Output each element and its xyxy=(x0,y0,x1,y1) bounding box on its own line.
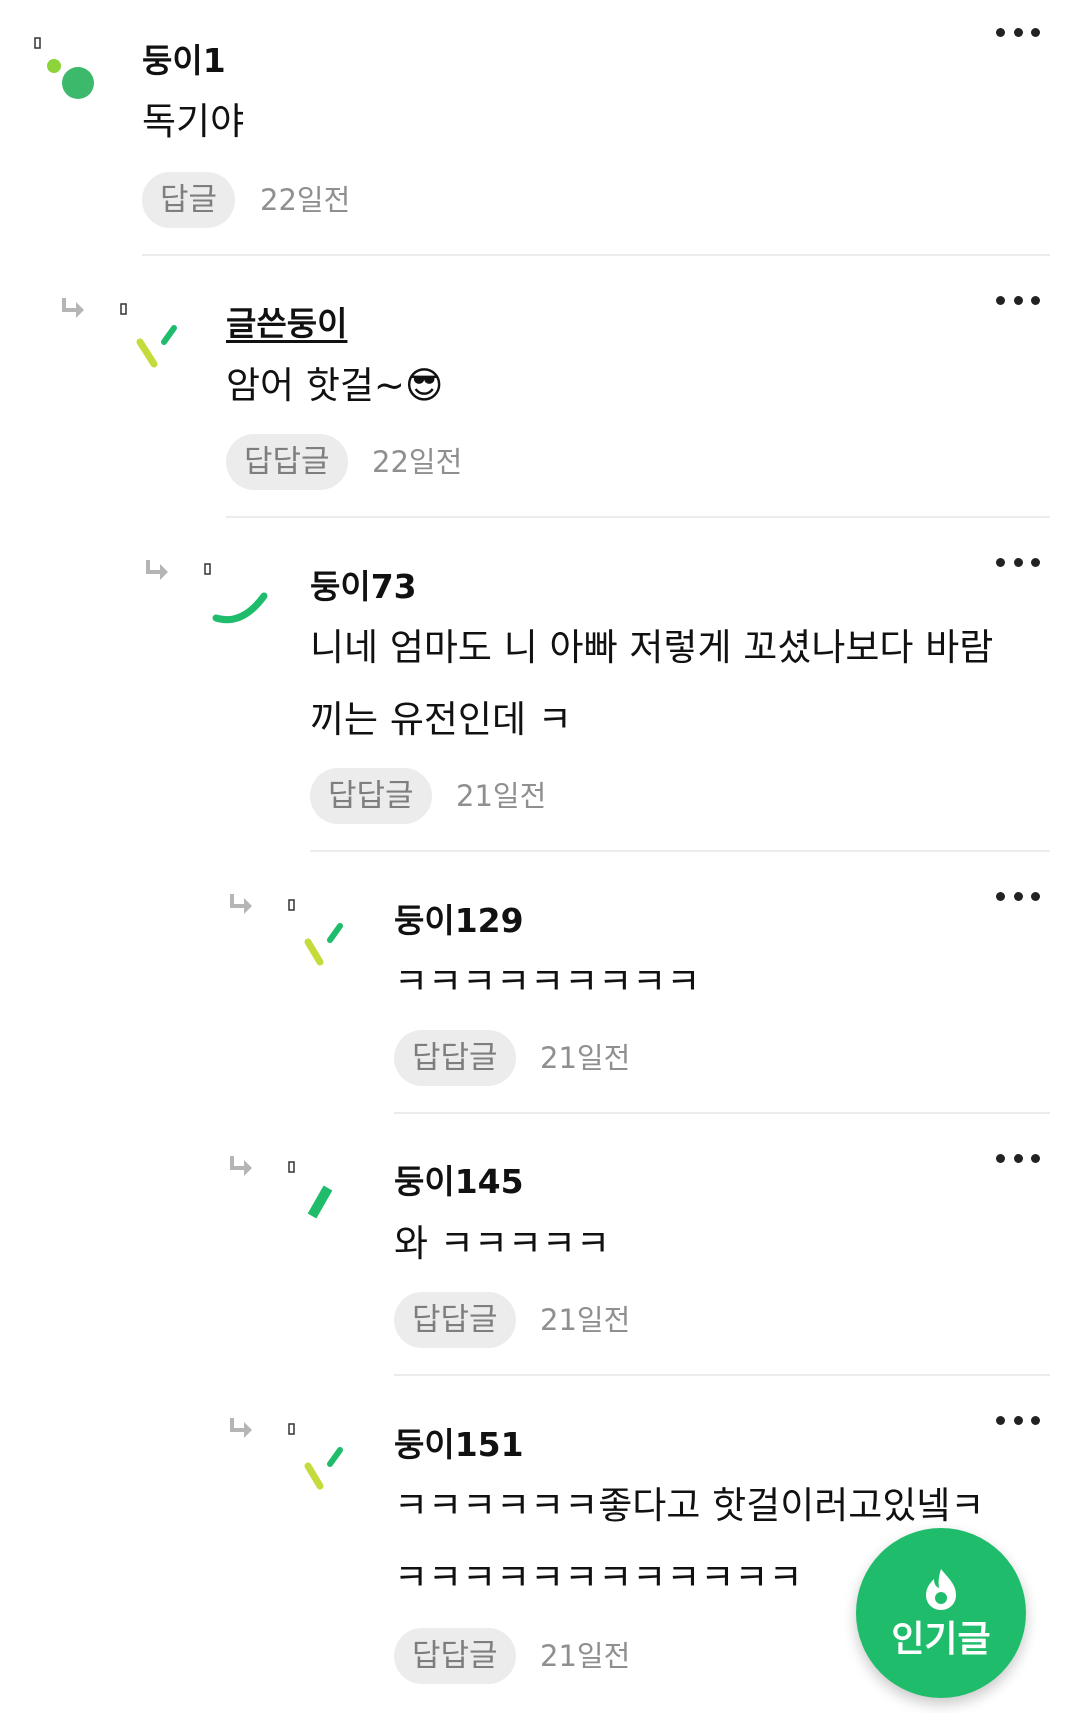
comment-text-line-2: 끼는 유전인데 ㅋ xyxy=(310,698,572,741)
comment-text: 독기야 xyxy=(142,100,245,143)
comment-time: 21일전 xyxy=(540,1303,631,1337)
avatar-dots-icon xyxy=(288,1423,343,1490)
avatar-dots-icon xyxy=(34,37,94,99)
comment-author[interactable]: 둥이1 xyxy=(142,34,226,82)
reply-button[interactable]: 답답글 xyxy=(226,434,348,490)
reply-button[interactable]: 답글 xyxy=(142,172,236,228)
reply-button[interactable]: 답답글 xyxy=(394,1292,516,1348)
avatar-dots-icon xyxy=(120,303,177,368)
popular-posts-button[interactable]: 인기글 xyxy=(856,1528,1026,1698)
avatar[interactable] xyxy=(118,294,198,374)
more-options-icon[interactable] xyxy=(996,22,1040,42)
comment-author[interactable]: 글쓴둥이 xyxy=(226,297,347,345)
avatar[interactable] xyxy=(32,32,112,112)
more-options-icon[interactable] xyxy=(996,886,1040,906)
divider xyxy=(394,1112,1050,1114)
flame-icon xyxy=(926,1569,956,1610)
reply-arrow-icon xyxy=(230,1156,252,1176)
avatar[interactable] xyxy=(286,890,366,970)
comment-time: 22일전 xyxy=(372,445,463,479)
reply-arrow-icon xyxy=(146,560,168,580)
avatar[interactable] xyxy=(286,1152,366,1232)
reply-button[interactable]: 답답글 xyxy=(394,1030,516,1086)
reply-arrow-icon xyxy=(62,298,84,318)
divider xyxy=(142,254,1050,256)
reply-arrow-icon xyxy=(230,894,252,914)
comment-time: 21일전 xyxy=(456,779,547,813)
avatar[interactable] xyxy=(286,1414,366,1494)
comment-author[interactable]: 둥이129 xyxy=(394,894,524,942)
comment-text: 와 ㅋㅋㅋㅋㅋ xyxy=(394,1222,611,1265)
avatar[interactable] xyxy=(202,556,282,636)
comment-text: 니네 엄마도 니 아빠 저렇게 꼬셨나보다 바람 xyxy=(310,626,994,669)
more-options-icon[interactable] xyxy=(996,552,1040,572)
comment-author[interactable]: 둥이145 xyxy=(394,1155,524,1203)
reply-button[interactable]: 답답글 xyxy=(310,768,432,824)
avatar-dots-icon xyxy=(288,899,343,966)
divider xyxy=(226,516,1050,518)
more-options-icon[interactable] xyxy=(996,290,1040,310)
more-options-icon[interactable] xyxy=(996,1148,1040,1168)
comment-text: 암어 핫걸~😎 xyxy=(226,364,444,407)
avatar-arc-icon xyxy=(204,563,268,624)
popular-posts-label: 인기글 xyxy=(891,1619,991,1660)
comment-time: 21일전 xyxy=(540,1041,631,1075)
divider xyxy=(394,1374,1050,1376)
comment-time: 22일전 xyxy=(260,183,351,217)
comment-author[interactable]: 둥이73 xyxy=(310,560,417,608)
more-options-icon[interactable] xyxy=(996,1410,1040,1430)
comment-text: ㅋㅋㅋㅋㅋㅋㅋㅋㅋ xyxy=(394,960,701,1003)
comment-author[interactable]: 둥이151 xyxy=(394,1418,524,1466)
avatar-bar-icon xyxy=(288,1161,333,1219)
comment-text: ㅋㅋㅋㅋㅋㅋ좋다고 핫걸이러고있넼ㅋ xyxy=(394,1484,985,1527)
reply-arrow-icon xyxy=(230,1418,252,1438)
reply-button[interactable]: 답답글 xyxy=(394,1628,516,1684)
comment-time: 21일전 xyxy=(540,1639,631,1673)
divider xyxy=(310,850,1050,852)
comment-text-line-2: ㅋㅋㅋㅋㅋㅋㅋㅋㅋㅋㅋㅋ xyxy=(394,1556,803,1599)
